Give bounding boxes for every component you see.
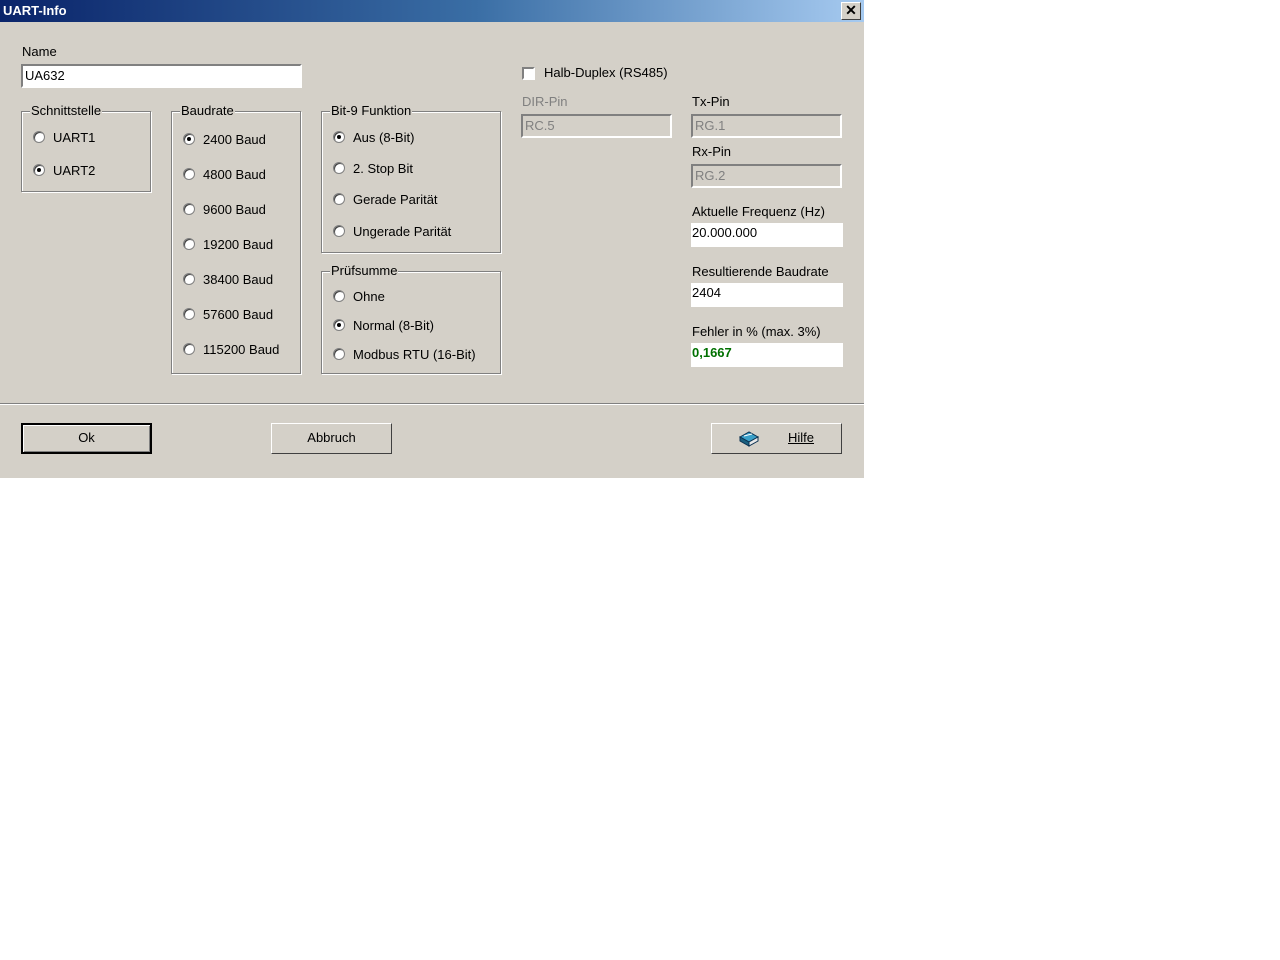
- radio-indicator-selected: [33, 164, 45, 176]
- radio-label: 2. Stop Bit: [353, 160, 413, 176]
- radio-label: Normal (8-Bit): [353, 317, 434, 333]
- checksum-legend: Prüfsumme: [330, 263, 399, 278]
- cancel-button[interactable]: Abbruch: [271, 423, 392, 454]
- name-label: Name: [22, 44, 57, 59]
- radio-label: Aus (8-Bit): [353, 129, 415, 145]
- radio-indicator: [183, 273, 195, 285]
- radio-indicator: [183, 203, 195, 215]
- radio-baud-9600[interactable]: 9600 Baud: [183, 200, 266, 218]
- name-input[interactable]: UA632: [21, 64, 302, 88]
- radio-label: UART1: [53, 129, 96, 145]
- title-bar: UART-Info ✕: [0, 0, 864, 22]
- radio-indicator-selected: [333, 131, 345, 143]
- radio-label: 38400 Baud: [203, 271, 274, 287]
- radio-bit9-stop[interactable]: 2. Stop Bit: [333, 159, 413, 177]
- window-title: UART-Info: [3, 3, 67, 18]
- radio-indicator: [333, 225, 345, 237]
- radio-indicator-selected: [183, 133, 195, 145]
- radio-uart2[interactable]: UART2: [33, 161, 95, 179]
- result-baud-value: 2404: [691, 283, 843, 307]
- rx-pin-input[interactable]: RG.2: [691, 164, 842, 188]
- error-value: 0,1667: [691, 343, 843, 367]
- bit9-legend: Bit-9 Funktion: [330, 103, 413, 118]
- radio-label: 19200 Baud: [203, 236, 274, 252]
- radio-indicator: [183, 308, 195, 320]
- help-button[interactable]: Hilfe: [711, 423, 842, 454]
- radio-checksum-none[interactable]: Ohne: [333, 287, 385, 305]
- interface-group: Schnittstelle: [21, 104, 151, 192]
- radio-label: 9600 Baud: [203, 201, 266, 217]
- radio-baud-115200[interactable]: 115200 Baud: [183, 340, 279, 358]
- help-label: Hilfe: [788, 430, 815, 445]
- radio-indicator: [333, 162, 345, 174]
- radio-indicator: [33, 131, 45, 143]
- dir-pin-label: DIR-Pin: [522, 94, 568, 109]
- radio-label: 57600 Baud: [203, 306, 274, 322]
- radio-baud-38400[interactable]: 38400 Baud: [183, 270, 273, 288]
- radio-label: 115200 Baud: [203, 341, 280, 357]
- frequency-label: Aktuelle Frequenz (Hz): [692, 204, 825, 219]
- radio-indicator: [333, 348, 345, 360]
- radio-baud-2400[interactable]: 2400 Baud: [183, 130, 266, 148]
- half-duplex-label: Halb-Duplex (RS485): [544, 65, 668, 80]
- radio-baud-4800[interactable]: 4800 Baud: [183, 165, 266, 183]
- tx-pin-label: Tx-Pin: [692, 94, 730, 109]
- radio-label: Ungerade Parität: [353, 223, 452, 239]
- radio-indicator: [183, 343, 195, 355]
- radio-label: Modbus RTU (16-Bit): [353, 346, 476, 362]
- uart-info-dialog: UART-Info ✕ Name UA632 Schnittstelle UAR…: [0, 0, 864, 478]
- separator: [0, 403, 864, 405]
- close-button[interactable]: ✕: [841, 2, 861, 20]
- radio-checksum-modbus[interactable]: Modbus RTU (16-Bit): [333, 345, 476, 363]
- radio-uart1[interactable]: UART1: [33, 128, 95, 146]
- half-duplex-checkbox[interactable]: [522, 67, 535, 80]
- rx-pin-label: Rx-Pin: [692, 144, 732, 159]
- interface-legend: Schnittstelle: [30, 103, 103, 118]
- radio-label: UART2: [53, 162, 96, 178]
- radio-indicator-selected: [333, 319, 345, 331]
- radio-indicator: [183, 238, 195, 250]
- radio-baud-19200[interactable]: 19200 Baud: [183, 235, 273, 253]
- radio-label: Gerade Parität: [353, 191, 438, 207]
- radio-indicator: [183, 168, 195, 180]
- error-label: Fehler in % (max. 3%): [692, 324, 821, 339]
- tx-pin-input[interactable]: RG.1: [691, 114, 842, 138]
- radio-label: Ohne: [353, 288, 385, 304]
- radio-indicator: [333, 290, 345, 302]
- result-baud-label: Resultierende Baudrate: [692, 264, 829, 279]
- baudrate-legend: Baudrate: [180, 103, 235, 118]
- radio-label: 4800 Baud: [203, 166, 266, 182]
- radio-bit9-odd[interactable]: Ungerade Parität: [333, 222, 451, 240]
- ok-button[interactable]: Ok: [21, 423, 152, 454]
- radio-indicator: [333, 193, 345, 205]
- help-book-icon: [738, 431, 760, 447]
- radio-baud-57600[interactable]: 57600 Baud: [183, 305, 273, 323]
- radio-label: 2400 Baud: [203, 131, 266, 147]
- frequency-value: 20.000.000: [691, 223, 843, 247]
- radio-checksum-normal[interactable]: Normal (8-Bit): [333, 316, 434, 334]
- radio-bit9-off[interactable]: Aus (8-Bit): [333, 128, 414, 146]
- dir-pin-input[interactable]: RC.5: [521, 114, 672, 138]
- radio-bit9-even[interactable]: Gerade Parität: [333, 190, 438, 208]
